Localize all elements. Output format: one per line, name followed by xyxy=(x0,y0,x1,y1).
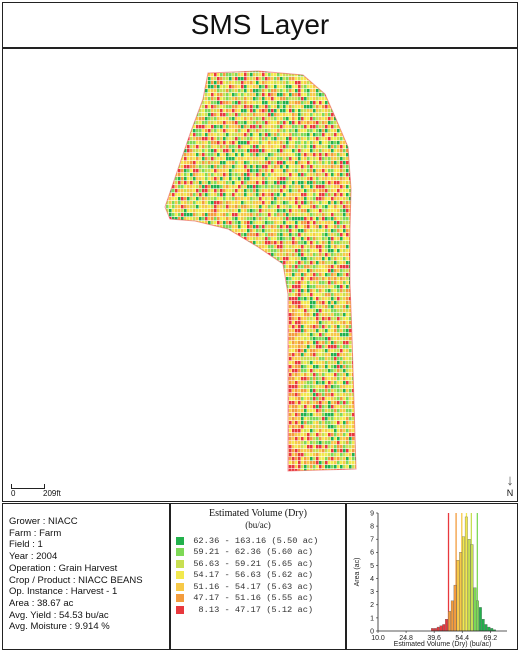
title-bar: SMS Layer xyxy=(2,2,518,48)
instance-line: Op. Instance : Harvest - 1 xyxy=(9,586,118,598)
histogram-bar xyxy=(478,607,482,632)
histogram-chart: 012345678910.0 24.8 39.6 54.4 69.2Estimated … xyxy=(354,510,507,648)
north-indicator: ↓ N xyxy=(504,473,516,501)
histogram-y-tick-label: 3 xyxy=(370,589,374,596)
legend-title: Estimated Volume (Dry) xyxy=(209,508,307,519)
histogram-bar xyxy=(439,625,443,632)
moisture-line: Avg. Moisture : 9.914 % xyxy=(9,621,110,633)
histogram-x-tick-label: 10.0 xyxy=(371,635,385,642)
yield-line: Avg. Yield : 54.53 bu/ac xyxy=(9,609,109,621)
north-label: N xyxy=(506,488,514,498)
farm-line: Farm : Farm xyxy=(9,527,62,539)
legend-item: 54.17 - 56.63 (5.62 ac) xyxy=(176,570,318,582)
histogram-bar xyxy=(462,536,465,632)
year-line: Year : 2004 xyxy=(9,551,58,563)
histogram-bar xyxy=(487,626,491,632)
field-line: Field : 1 xyxy=(9,539,43,551)
histogram-y-tick-label: 8 xyxy=(370,524,374,531)
histogram-bar xyxy=(473,587,477,632)
histogram-panel: 0 1 2 3 4 5 6 7 8 9 10.0 24.8 39.6 54.4 69.2 Estimated … xyxy=(346,503,518,650)
histogram-y-label: Area (ac) xyxy=(354,558,361,587)
histogram-y-tick-label: 4 xyxy=(370,576,374,583)
histogram-bar xyxy=(445,619,449,632)
legend-item: 56.63 - 59.21 (5.65 ac) xyxy=(176,558,318,570)
histogram-bar xyxy=(470,544,474,632)
histogram-bar xyxy=(442,624,446,632)
histogram-bar xyxy=(459,552,463,632)
yield-map-passes xyxy=(166,71,356,471)
legend-item: 51.16 - 54.17 (5.63 ac) xyxy=(176,581,318,593)
page-title: SMS Layer xyxy=(190,9,330,40)
legend-swatch xyxy=(176,571,184,580)
legend-panel: Estimated Volume (Dry) (bu/ac) 62.36 - 1… xyxy=(170,503,346,650)
legend-label: 56.63 - 59.21 (5.65 ac) xyxy=(188,558,314,569)
histogram-bar xyxy=(481,619,485,632)
legend-item: 59.21 - 62.36 (5.60 ac) xyxy=(176,547,318,559)
grower-line: Grower : NIACC xyxy=(9,516,78,527)
histogram-bar xyxy=(450,600,454,632)
legend-label: 51.16 - 54.17 (5.63 ac) xyxy=(188,581,314,592)
crop-line: Crop / Product : NIACC BEANS xyxy=(9,574,143,586)
legend-label: 62.36 - 163.16 (5.50 ac) xyxy=(188,535,319,546)
scale-distance-label: 209ft xyxy=(43,489,61,498)
histogram-bar xyxy=(448,611,451,632)
legend-label: 8.13 - 47.17 (5.12 ac) xyxy=(188,604,314,615)
histogram-y-tick-label: 1 xyxy=(370,615,374,622)
histogram-x-label: Estimated Volume (Dry) (bu/ac) xyxy=(394,641,492,648)
legend-swatch xyxy=(176,559,184,568)
legend-swatch xyxy=(176,594,184,603)
legend-swatch xyxy=(176,582,184,591)
yield-map xyxy=(164,70,357,472)
legend-item: 47.17 - 51.16 (5.55 ac) xyxy=(176,593,318,605)
legend-label: 59.21 - 62.36 (5.60 ac) xyxy=(188,547,314,558)
scale-zero-label: 0 xyxy=(11,489,16,498)
map-panel: 0 209ft ↓ N xyxy=(2,48,518,502)
legend-list: 62.36 - 163.16 (5.50 ac) 59.21 - 62.36 (… xyxy=(176,535,318,616)
histogram-y-tick-label: 9 xyxy=(370,510,374,517)
histogram-y-tick-label: 2 xyxy=(370,602,374,609)
histogram-bar xyxy=(464,516,468,632)
histogram-bar xyxy=(484,624,488,632)
histogram-y-tick-label: 6 xyxy=(370,550,374,557)
histogram-y-tick-label: 5 xyxy=(370,563,374,570)
legend-label: 47.17 - 51.16 (5.55 ac) xyxy=(188,593,314,604)
histogram-bar xyxy=(467,539,471,632)
operation-line: Operation : Grain Harvest xyxy=(9,562,118,574)
legend-item: 8.13 - 47.17 (5.12 ac) xyxy=(176,604,318,616)
legend-item: 62.36 - 163.16 (5.50 ac) xyxy=(176,535,318,547)
north-arrow-icon: ↓ xyxy=(506,472,514,489)
legend-unit: (bu/ac) xyxy=(245,520,271,530)
legend-swatch xyxy=(176,536,184,545)
field-info-panel: Grower : NIACC Farm : Farm Field : 1 Yea… xyxy=(2,503,170,650)
legend-swatch xyxy=(176,548,184,557)
scale-bar: 0 209ft xyxy=(9,483,89,498)
area-line: Area : 38.67 ac xyxy=(9,597,74,609)
scale-bar-line xyxy=(11,484,45,489)
legend-swatch xyxy=(176,605,184,614)
histogram-bar xyxy=(453,584,457,632)
legend-label: 54.17 - 56.63 (5.62 ac) xyxy=(188,570,314,581)
histogram-y-tick-label: 7 xyxy=(370,537,374,544)
histogram-bar xyxy=(436,626,440,632)
histogram-bar xyxy=(456,560,460,632)
histogram-bar xyxy=(476,600,479,632)
